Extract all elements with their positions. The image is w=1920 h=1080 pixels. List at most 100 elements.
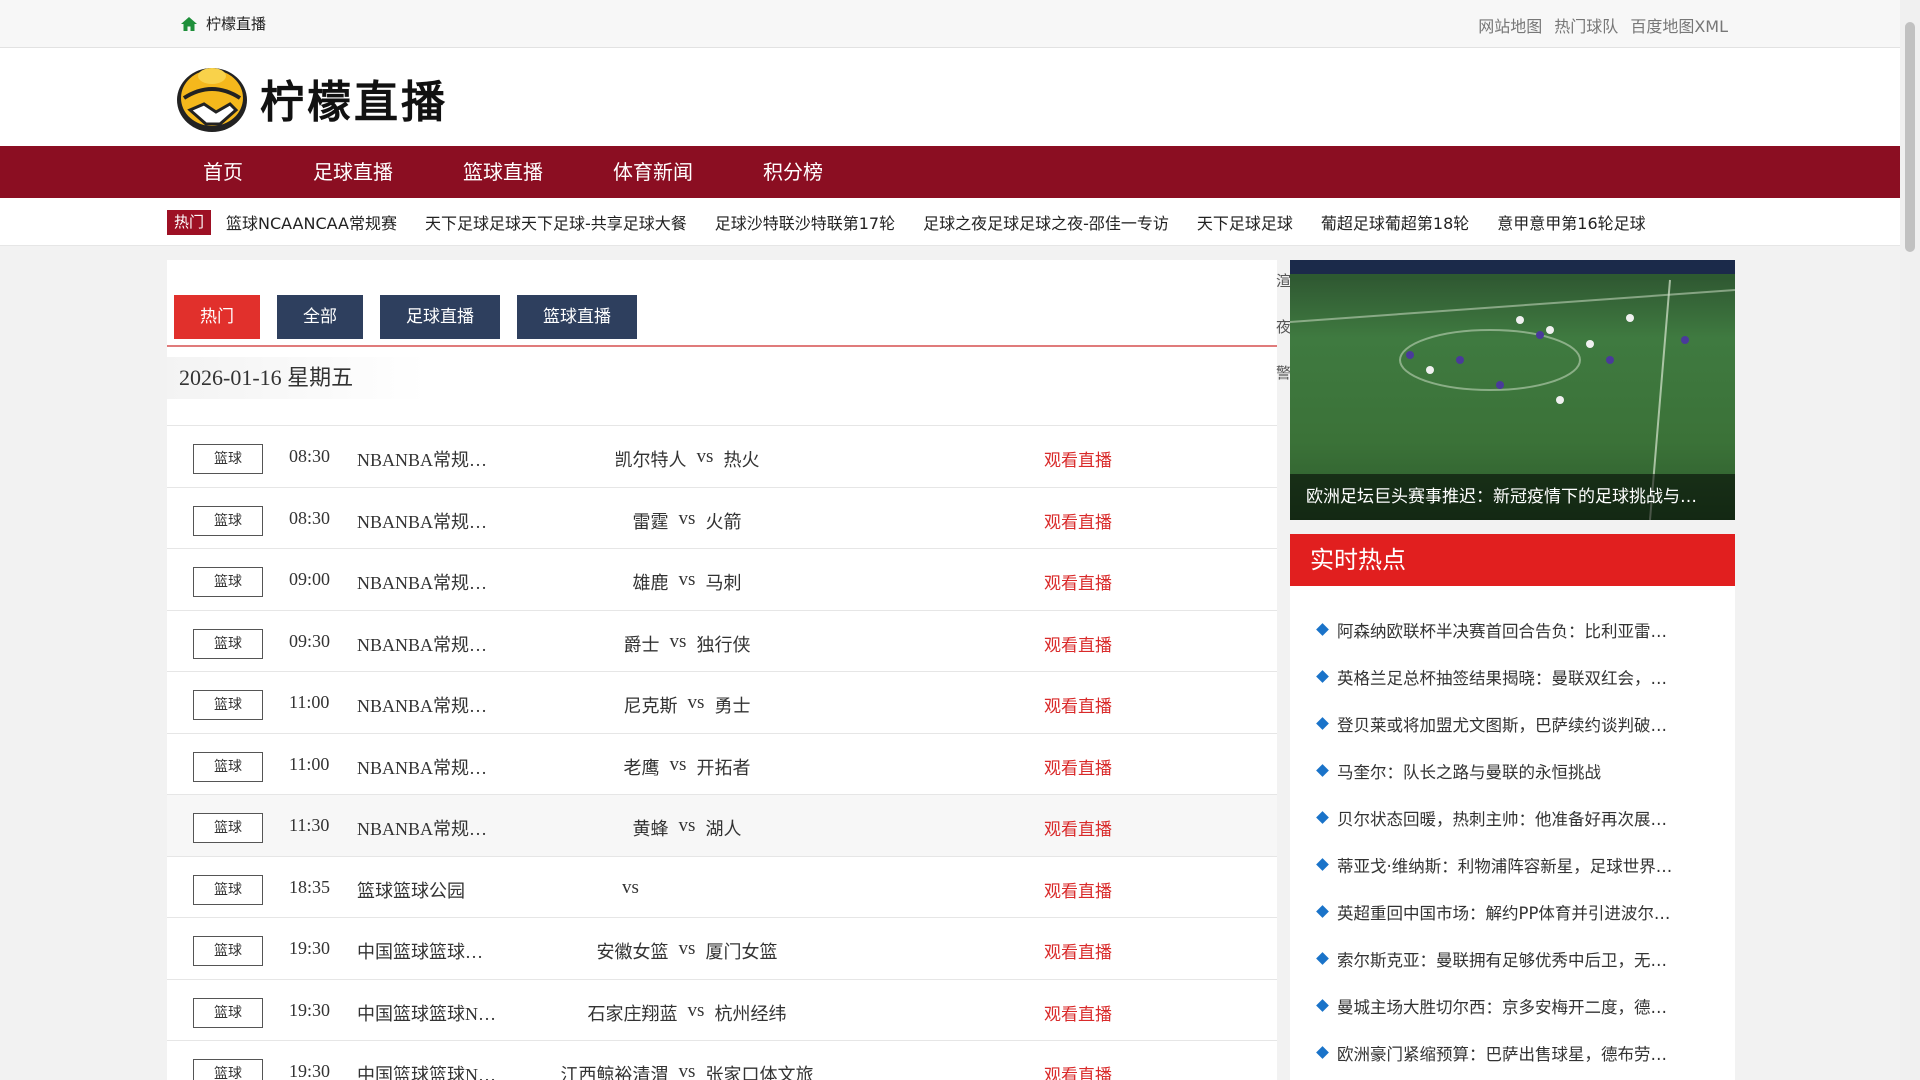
watch-live-link[interactable]: 观看直播 bbox=[1044, 1061, 1112, 1080]
hot-news-item[interactable]: 欧洲豪门紧缩预算：巴萨出售球星，德布劳… bbox=[1290, 1029, 1735, 1076]
nav-basketball-live[interactable]: 篮球直播 bbox=[428, 146, 578, 198]
schedule-panel: 热门 全部 足球直播 篮球直播 2026-01-16 星期五 篮球 08:30 NB… bbox=[167, 260, 1277, 1080]
match-list: 篮球 08:30 NBANBA常规… 凯尔特人 vs 热火 观看直播 篮球 08:30 NBANB… bbox=[167, 425, 1277, 1080]
match-row: 篮球 19:30 中国篮球篮球N… 江西鲸裕清渭 vs 张家口体文旅 观看直播 bbox=[167, 1041, 1277, 1080]
home-team: 安徽女篮 bbox=[596, 942, 669, 963]
hot-news-item[interactable]: 英格兰足总杯抽签结果揭晓：曼联双红会，… bbox=[1290, 653, 1735, 700]
hot-news-item[interactable]: 马奎尔：队长之路与曼联的永恒挑战 bbox=[1290, 747, 1735, 794]
vs-label: vs bbox=[622, 876, 639, 898]
bullet-icon bbox=[1316, 764, 1329, 777]
featured-news-image[interactable]: 欧洲足坛巨头赛事推迟：新冠疫情下的足球挑战与… bbox=[1290, 260, 1735, 520]
baidu-sitemap-link[interactable]: 百度地图XML bbox=[1630, 13, 1728, 37]
bullet-icon bbox=[1316, 623, 1329, 636]
home-team: 凯尔特人 bbox=[614, 450, 687, 471]
hot-news-title: 马奎尔：队长之路与曼联的永恒挑战 bbox=[1337, 762, 1601, 782]
ticker-link[interactable]: 天下足球足球 bbox=[1197, 210, 1293, 234]
match-time: 09:00 bbox=[289, 569, 331, 589]
featured-news-caption[interactable]: 欧洲足坛巨头赛事推迟：新冠疫情下的足球挑战与… bbox=[1290, 474, 1735, 520]
nav-football-live[interactable]: 足球直播 bbox=[278, 146, 428, 198]
top-links: 网站地图 热门球队 百度地图XML bbox=[1478, 13, 1728, 37]
match-row: 篮球 09:00 NBANBA常规… 雄鹿 vs 马刺 观看直播 bbox=[167, 549, 1277, 611]
ticker-link[interactable]: 意甲意甲第16轮足球 bbox=[1497, 210, 1645, 234]
match-teams: 老鹰 vs 开拓者 bbox=[477, 754, 897, 780]
home-link[interactable]: 柠檬直播 bbox=[180, 13, 266, 34]
vs-label: vs bbox=[678, 569, 696, 590]
match-teams: 爵士 vs 独行侠 bbox=[477, 631, 897, 657]
hot-news-title: 英格兰足总杯抽签结果揭晓：曼联双红会，… bbox=[1337, 668, 1667, 688]
match-teams: 安徽女篮 vs 厦门女篮 bbox=[477, 938, 897, 964]
sport-tag: 篮球 bbox=[193, 567, 263, 597]
watch-live-link[interactable]: 观看直播 bbox=[1044, 631, 1112, 656]
away-team: 马刺 bbox=[705, 573, 742, 594]
tabs-divider bbox=[167, 345, 1277, 347]
match-row: 篮球 09:30 NBANBA常规… 爵士 vs 独行侠 观看直播 bbox=[167, 611, 1277, 672]
sport-tag: 篮球 bbox=[193, 751, 263, 782]
watch-live-link[interactable]: 观看直播 bbox=[1044, 446, 1112, 471]
tab-hot[interactable]: 热门 bbox=[174, 295, 260, 339]
match-row: 篮球 19:30 中国篮球篮球N… 石家庄翔蓝 vs 杭州经纬 观看直播 bbox=[167, 980, 1277, 1041]
sport-tag: 篮球 bbox=[193, 997, 263, 1028]
hot-news-title: 欧洲豪门紧缩预算：巴萨出售球星，德布劳… bbox=[1337, 1044, 1667, 1064]
home-link-label: 柠檬直播 bbox=[206, 15, 267, 33]
hot-news-item[interactable]: 阿森纳欧联杯半决赛首回合告负：比利亚雷… bbox=[1290, 606, 1735, 653]
top-bar: 柠檬直播 网站地图 热门球队 百度地图XML bbox=[0, 0, 1900, 48]
sitemap-link[interactable]: 网站地图 bbox=[1478, 13, 1542, 37]
match-teams: 江西鲸裕清渭 vs 张家口体文旅 bbox=[477, 1061, 897, 1080]
hot-news-item[interactable]: 曼城主场大胜切尔西：京多安梅开二度，德… bbox=[1290, 982, 1735, 1029]
realtime-hot-heading: 实时热点 bbox=[1290, 534, 1735, 586]
vs-label: vs bbox=[678, 815, 696, 836]
match-time: 11:30 bbox=[289, 815, 330, 835]
away-team: 杭州经纬 bbox=[714, 1003, 787, 1025]
page-scrollbar[interactable] bbox=[1900, 0, 1920, 1080]
stray-char: 夜 bbox=[1276, 318, 1290, 336]
match-teams: 黄蜂 vs 湖人 bbox=[477, 815, 897, 841]
nav-sports-news[interactable]: 体育新闻 bbox=[578, 146, 728, 198]
sport-tag: 篮球 bbox=[193, 444, 263, 474]
ticker-link[interactable]: 葡超足球葡超第18轮 bbox=[1321, 210, 1469, 234]
hot-news-title: 蒂亚戈·维纳斯：利物浦阵容新星，足球世界… bbox=[1337, 856, 1673, 876]
home-team: 雄鹿 bbox=[632, 573, 669, 594]
home-team: 老鹰 bbox=[623, 757, 660, 779]
hot-news-item[interactable]: 英超重回中国市场：解约PP体育并引进波尔… bbox=[1290, 888, 1735, 935]
ticker-link[interactable]: 篮球NCAANCAA常规赛 bbox=[226, 210, 397, 234]
watch-live-link[interactable]: 观看直播 bbox=[1044, 815, 1112, 840]
match-teams: 雷霆 vs 火箭 bbox=[477, 508, 897, 534]
ticker-link[interactable]: 足球之夜足球足球之夜-邵佳一专访 bbox=[923, 210, 1169, 234]
watch-live-link[interactable]: 观看直播 bbox=[1044, 938, 1112, 963]
watch-live-link[interactable]: 观看直播 bbox=[1044, 508, 1112, 533]
watch-live-link[interactable]: 观看直播 bbox=[1044, 569, 1112, 594]
tab-football-live[interactable]: 足球直播 bbox=[380, 295, 500, 339]
ticker-link[interactable]: 天下足球足球天下足球-共享足球大餐 bbox=[425, 210, 687, 234]
bullet-icon bbox=[1316, 670, 1329, 683]
match-teams: 雄鹿 vs 马刺 bbox=[477, 569, 897, 595]
hot-news-title: 登贝莱或将加盟尤文图斯，巴萨续约谈判破… bbox=[1337, 715, 1667, 735]
site-logo[interactable]: 柠檬直播 bbox=[172, 58, 448, 138]
hot-teams-link[interactable]: 热门球队 bbox=[1554, 13, 1618, 37]
away-team: 勇士 bbox=[714, 696, 751, 717]
watch-live-link[interactable]: 观看直播 bbox=[1044, 754, 1112, 779]
vs-label: vs bbox=[669, 630, 687, 652]
bullet-icon bbox=[1316, 1046, 1329, 1059]
hot-news-item[interactable]: 登贝莱或将加盟尤文图斯，巴萨续约谈判破… bbox=[1290, 700, 1735, 747]
watch-live-link[interactable]: 观看直播 bbox=[1044, 877, 1112, 902]
watch-live-link[interactable]: 观看直播 bbox=[1044, 1000, 1112, 1025]
vs-label: vs bbox=[678, 507, 696, 529]
tab-all[interactable]: 全部 bbox=[277, 295, 363, 339]
hot-news-item[interactable]: 蒂亚戈·维纳斯：利物浦阵容新星，足球世界… bbox=[1290, 841, 1735, 888]
match-teams: vs bbox=[612, 877, 672, 899]
nav-standings[interactable]: 积分榜 bbox=[728, 146, 858, 198]
ticker-link[interactable]: 足球沙特联沙特联第17轮 bbox=[715, 210, 895, 234]
hot-news-item[interactable]: 贝尔状态回暖，热刺主帅：他准备好再次展… bbox=[1290, 794, 1735, 841]
hot-news-item[interactable]: 索尔斯克亚：曼联拥有足够优秀中后卫，无… bbox=[1290, 935, 1735, 982]
site-header: 柠檬直播 bbox=[0, 48, 1900, 146]
watch-live-link[interactable]: 观看直播 bbox=[1044, 692, 1112, 717]
hot-news-title: 索尔斯克亚：曼联拥有足够优秀中后卫，无… bbox=[1337, 950, 1667, 970]
away-team: 独行侠 bbox=[696, 634, 751, 656]
scrollbar-thumb[interactable] bbox=[1905, 22, 1915, 252]
sport-tag: 篮球 bbox=[193, 874, 263, 905]
bullet-icon bbox=[1316, 811, 1329, 824]
match-time: 19:30 bbox=[289, 938, 331, 958]
date-heading: 2026-01-16 星期五 bbox=[167, 357, 427, 399]
nav-home[interactable]: 首页 bbox=[168, 146, 278, 198]
tab-basketball-live[interactable]: 篮球直播 bbox=[517, 295, 637, 339]
